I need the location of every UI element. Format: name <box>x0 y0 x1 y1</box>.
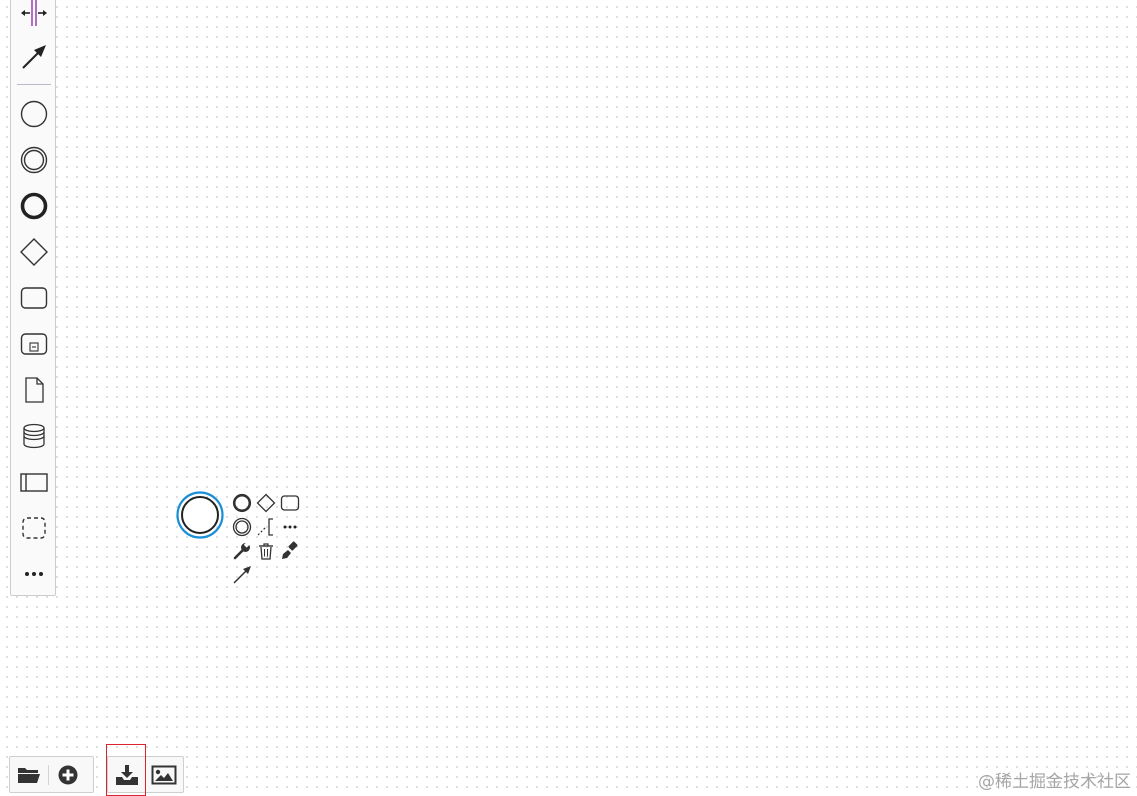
text-annotation-icon <box>257 518 273 536</box>
download-image-button[interactable] <box>146 757 184 792</box>
paint-brush-icon <box>282 541 298 559</box>
append-task[interactable] <box>279 492 301 514</box>
start-event-shape[interactable] <box>175 490 225 540</box>
wrench-icon <box>233 541 251 560</box>
tool-palette <box>10 0 56 596</box>
create-new-button[interactable] <box>49 757 87 792</box>
download-icon <box>115 764 138 785</box>
trash-icon <box>259 543 273 560</box>
append-end-event[interactable] <box>231 492 253 514</box>
start-event-icon <box>20 100 48 128</box>
create-task[interactable] <box>15 279 53 317</box>
intermediate-event-icon <box>232 517 252 537</box>
create-data-store[interactable] <box>15 417 53 455</box>
create-gateway[interactable] <box>15 233 53 271</box>
subprocess-icon <box>20 333 48 355</box>
image-icon <box>151 765 177 784</box>
create-group[interactable] <box>15 509 53 547</box>
file-button-group <box>9 756 94 793</box>
open-file-button[interactable] <box>10 757 48 792</box>
delete[interactable] <box>255 540 277 562</box>
space-tool-icon <box>21 0 47 26</box>
task-icon <box>20 287 48 309</box>
space-tool[interactable] <box>15 0 53 32</box>
create-subprocess[interactable] <box>15 325 53 363</box>
data-store-icon <box>23 423 45 449</box>
plus-circle-icon <box>58 765 78 784</box>
pool-icon <box>20 473 48 492</box>
append-intermediate-event[interactable] <box>231 516 253 538</box>
intermediate-event-icon <box>20 146 48 174</box>
palette-separator <box>17 84 51 85</box>
create-start-event[interactable] <box>15 95 53 133</box>
change-type[interactable] <box>231 540 253 562</box>
data-object-icon <box>25 377 44 403</box>
diagram-canvas[interactable] <box>0 0 1137 796</box>
download-button-group <box>107 756 184 793</box>
connect[interactable] <box>231 564 253 586</box>
ellipsis-icon <box>25 572 43 576</box>
gateway-icon <box>256 493 276 513</box>
more-options[interactable] <box>279 516 301 538</box>
folder-icon <box>18 767 40 783</box>
create-data-object[interactable] <box>15 371 53 409</box>
gateway-icon <box>20 238 48 266</box>
create-end-event[interactable] <box>15 187 53 225</box>
append-text-annotation[interactable] <box>255 516 277 538</box>
download-xml-button[interactable] <box>108 757 146 792</box>
connect-arrow-icon <box>22 45 46 69</box>
task-icon <box>280 495 300 511</box>
set-color[interactable] <box>279 540 301 562</box>
watermark: @稀土掘金技术社区 <box>978 772 1131 792</box>
global-connect-tool[interactable] <box>15 38 53 76</box>
end-event-icon <box>20 192 48 220</box>
more-tools[interactable] <box>15 555 53 593</box>
create-intermediate-event[interactable] <box>15 141 53 179</box>
group-icon <box>22 517 46 539</box>
ellipsis-icon <box>283 525 297 529</box>
connect-arrow-icon <box>233 566 251 584</box>
create-pool[interactable] <box>15 463 53 501</box>
append-gateway[interactable] <box>255 492 277 514</box>
end-event-icon <box>232 493 252 513</box>
